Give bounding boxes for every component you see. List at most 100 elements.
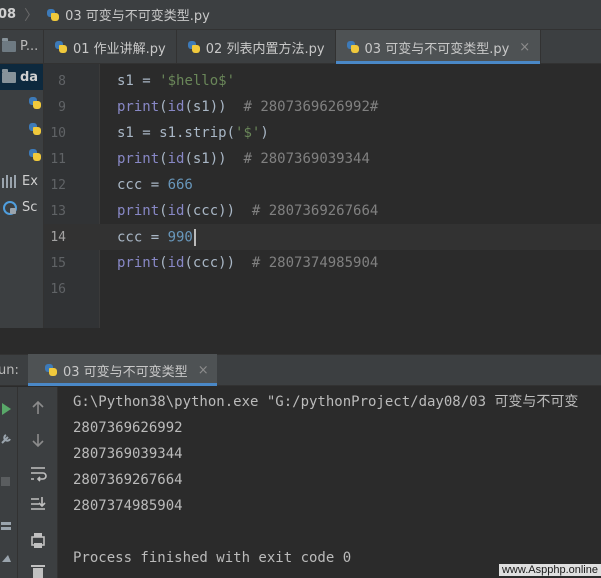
run-side-toolbar-icons bbox=[1, 403, 11, 562]
console-line: 2807369267664 bbox=[73, 472, 183, 488]
watermark: www.Aspphp.online bbox=[498, 564, 601, 576]
text-caret bbox=[193, 228, 196, 246]
code-token-num: 666 bbox=[167, 177, 193, 193]
code-token-comment: # 2807374985904 bbox=[251, 255, 379, 271]
python-file-icon bbox=[28, 148, 42, 162]
folder-icon bbox=[2, 68, 16, 83]
scratches-icon bbox=[2, 200, 18, 215]
run-toolbar bbox=[18, 387, 58, 578]
run-tab[interactable]: 03 可变与不可变类型 × bbox=[28, 354, 217, 386]
code-line[interactable]: 9 print(id(s1)) # 2807369626992# bbox=[44, 94, 601, 120]
code-line[interactable]: 16 bbox=[44, 276, 601, 302]
code-line[interactable]: 15 print(id(ccc)) # 2807374985904 bbox=[44, 250, 601, 276]
breadcrumb-file[interactable]: 03 可变与不可变类型.py bbox=[46, 5, 210, 24]
code-text: print(id(s1)) # 2807369039344 bbox=[117, 151, 370, 167]
code-token-func: id bbox=[167, 99, 185, 115]
code-text: ccc = 666 bbox=[117, 177, 193, 193]
line-number: 8 bbox=[58, 73, 66, 89]
code-text: s1 = '$hello$' bbox=[117, 73, 235, 89]
run-side-toolbar bbox=[0, 387, 18, 578]
code-token-func: print bbox=[117, 203, 160, 219]
tab-label: 01 作业讲解.py bbox=[73, 41, 166, 57]
console-line: 2807374985904 bbox=[73, 498, 183, 514]
scroll-down-icon bbox=[32, 434, 44, 448]
breadcrumb-file-label: 03 可变与不可变类型.py bbox=[65, 9, 210, 24]
code-text: print(id(ccc)) # 2807369267664 bbox=[117, 203, 378, 219]
tab-02-list-methods[interactable]: 02 列表内置方法.py bbox=[177, 30, 336, 64]
line-number: 10 bbox=[50, 125, 66, 141]
soft-wrap-icon bbox=[31, 467, 47, 482]
console-line: 2807369626992 bbox=[73, 420, 183, 436]
line-number: 12 bbox=[50, 177, 66, 193]
python-file-icon bbox=[46, 8, 60, 22]
code-token-str: '$' bbox=[235, 125, 261, 141]
run-panel-label: un: bbox=[0, 362, 19, 378]
panel-splitter[interactable] bbox=[0, 328, 601, 354]
console-line: G:\Python38\python.exe "G:/pythonProject… bbox=[73, 394, 579, 410]
code-line[interactable]: 13 print(id(ccc)) # 2807369267664 bbox=[44, 198, 601, 224]
code-text: ccc = 990 bbox=[117, 228, 196, 246]
python-file-icon bbox=[28, 122, 42, 136]
code-token-comment: # 2807369626992# bbox=[243, 99, 379, 115]
trash-icon bbox=[31, 565, 45, 578]
line-number: 13 bbox=[50, 203, 66, 219]
code-token-var: s1 = bbox=[117, 73, 160, 89]
code-line[interactable]: 12 ccc = 666 bbox=[44, 172, 601, 198]
python-file-icon bbox=[28, 96, 42, 110]
code-token-func: id bbox=[167, 255, 185, 271]
tree-item-external-libraries[interactable]: Ex bbox=[0, 168, 43, 194]
run-console-output[interactable]: G:\Python38\python.exe "G:/pythonProject… bbox=[58, 387, 601, 578]
tree-item-file[interactable] bbox=[0, 90, 43, 116]
code-token-comment: # 2807369267664 bbox=[251, 203, 379, 219]
close-run-tab-icon[interactable]: × bbox=[198, 363, 209, 378]
code-text: print(id(s1)) # 2807369626992# bbox=[117, 99, 378, 115]
navigation-breadcrumb: 08 〉 03 可变与不可变类型.py bbox=[0, 0, 601, 30]
tree-item-root[interactable]: da bbox=[0, 64, 43, 90]
code-token-var: ( bbox=[159, 203, 168, 219]
tab-label: 02 列表内置方法.py bbox=[205, 41, 325, 57]
code-token-var: (ccc)) bbox=[184, 203, 252, 219]
tab-03-mutable-types[interactable]: 03 可变与不可变类型.py × bbox=[335, 30, 542, 64]
breadcrumb-separator-icon: 〉 bbox=[24, 7, 39, 24]
code-text: s1 = s1.strip('$') bbox=[117, 125, 269, 141]
line-number: 11 bbox=[50, 151, 66, 167]
code-token-comment: # 2807369039344 bbox=[243, 151, 370, 167]
project-panel-header[interactable]: P... bbox=[0, 30, 43, 64]
line-number: 15 bbox=[50, 255, 66, 271]
code-token-str: '$hello$' bbox=[159, 73, 236, 89]
scratches-label: Sc bbox=[22, 199, 38, 215]
code-token-var: (s1)) bbox=[184, 151, 244, 167]
code-token-var: ( bbox=[159, 99, 168, 115]
line-number: 16 bbox=[50, 281, 66, 297]
tree-item-scratches[interactable]: Sc bbox=[0, 194, 43, 220]
code-line[interactable]: 11 print(id(s1)) # 2807369039344 bbox=[44, 146, 601, 172]
code-line[interactable]: 8 s1 = '$hello$' bbox=[44, 68, 601, 94]
rerun-icon bbox=[2, 403, 11, 415]
code-line[interactable]: 14 ccc = 990 bbox=[44, 224, 601, 250]
code-token-var: ccc = bbox=[117, 229, 168, 245]
close-tab-icon[interactable]: × bbox=[519, 40, 530, 55]
python-file-icon bbox=[44, 363, 58, 377]
code-token-var: s1 = s1.strip( bbox=[117, 125, 236, 141]
editor-tab-bar: 01 作业讲解.py 02 列表内置方法.py 03 可变与不可变类型.py × bbox=[44, 30, 601, 64]
tree-item-root-label: da bbox=[20, 69, 39, 85]
run-toolbar-icons bbox=[31, 400, 47, 578]
console-line: 2807369039344 bbox=[73, 446, 183, 462]
print-icon bbox=[31, 533, 45, 548]
python-file-icon bbox=[346, 40, 360, 54]
tab-01-homework[interactable]: 01 作业讲解.py bbox=[44, 30, 177, 64]
breadcrumb-folder[interactable]: 08 bbox=[0, 7, 16, 22]
code-token-var: ( bbox=[159, 151, 168, 167]
tree-item-file[interactable] bbox=[0, 116, 43, 142]
tree-item-file[interactable] bbox=[0, 142, 43, 168]
code-token-func: print bbox=[117, 151, 160, 167]
layout-icon-bottom bbox=[1, 527, 11, 530]
line-number: 9 bbox=[58, 99, 66, 115]
code-editor[interactable]: 8 s1 = '$hello$' 9 print(id(s1)) # 28073696… bbox=[44, 64, 601, 328]
code-token-var: ccc = bbox=[117, 177, 168, 193]
code-token-var: (ccc)) bbox=[184, 255, 252, 271]
code-line[interactable]: 10 s1 = s1.strip('$') bbox=[44, 120, 601, 146]
wrench-icon bbox=[1, 434, 11, 444]
line-number: 14 bbox=[50, 229, 66, 245]
run-tab-label: 03 可变与不可变类型 bbox=[63, 364, 188, 380]
